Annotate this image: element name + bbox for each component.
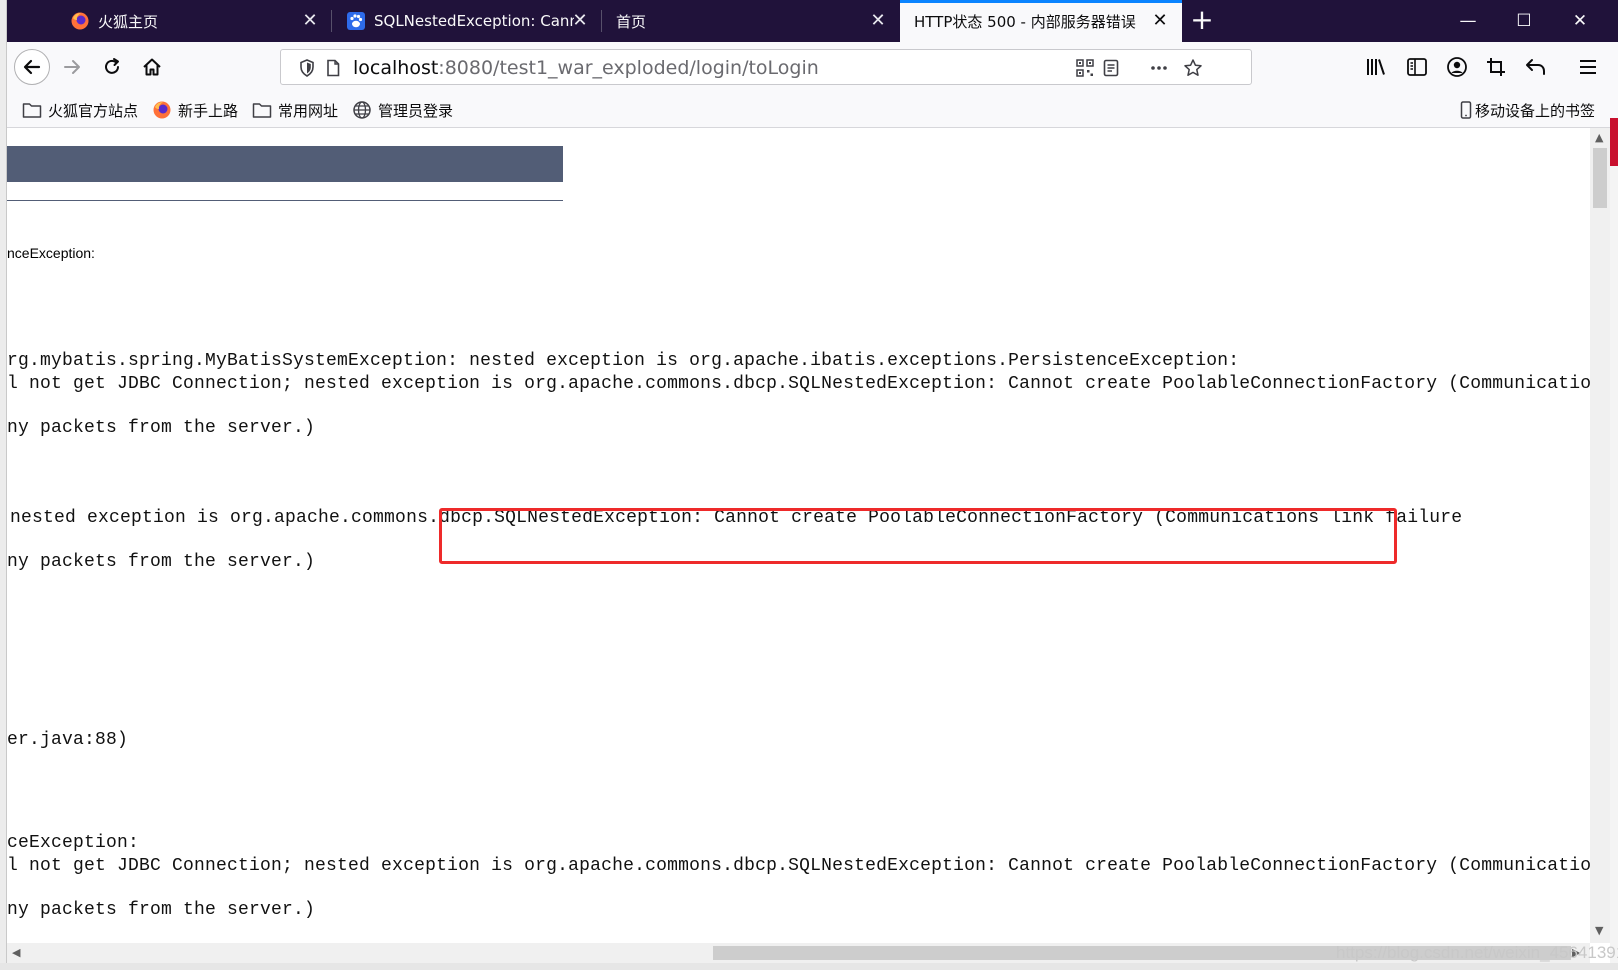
- red-highlight-box: [439, 508, 1397, 564]
- tab-home-page[interactable]: 首页 ✕: [602, 0, 900, 42]
- back-button[interactable]: [14, 49, 50, 85]
- mobile-device-icon: [1460, 101, 1472, 119]
- url-path: :8080/test1_war_exploded/login/toLogin: [438, 57, 819, 79]
- globe-icon: [353, 101, 371, 119]
- tab-title: 首页: [616, 12, 647, 31]
- window-right-edge: [1610, 128, 1618, 970]
- account-icon[interactable]: [1445, 55, 1469, 79]
- tab-bar: 火狐主页 ✕ SQLNestedException: Canno ✕ 首页 ✕ …: [0, 0, 1618, 42]
- background-window-edge: [1610, 118, 1618, 166]
- bookmark-label: 火狐官方站点: [48, 101, 139, 120]
- bookmarks-toolbar: 火狐官方站点 新手上路 常用网址 管理员登录 移动设备上的书签: [0, 92, 1618, 128]
- arrow-right-icon: [64, 60, 80, 74]
- maximize-button[interactable]: ☐: [1496, 0, 1552, 42]
- folder-icon: [22, 103, 42, 118]
- hamburger-menu-icon[interactable]: [1576, 55, 1600, 79]
- tab-title: HTTP状态 500 - 内部服务器错误: [914, 12, 1136, 31]
- arrow-left-icon: [23, 59, 41, 75]
- close-icon[interactable]: ✕: [570, 10, 590, 31]
- scroll-left-icon[interactable]: ◀: [12, 946, 20, 959]
- forward-button[interactable]: [54, 49, 90, 85]
- stacktrace-line: er.java:88): [7, 730, 129, 750]
- bookmark-label: 移动设备上的书签: [1475, 101, 1596, 120]
- qr-code-icon[interactable]: [1075, 58, 1095, 78]
- scroll-down-icon[interactable]: ▼: [1595, 924, 1603, 937]
- stacktrace-line: l not get JDBC Connection; nested except…: [7, 374, 1590, 394]
- reload-icon: [105, 58, 119, 74]
- exception-label: nceException:: [7, 245, 95, 261]
- stacktrace-line: rg.mybatis.spring.MyBatisSystemException…: [7, 351, 1240, 371]
- stacktrace-line: l not get JDBC Connection; nested except…: [7, 856, 1590, 876]
- tab-sqlnested[interactable]: SQLNestedException: Canno ✕: [332, 0, 602, 42]
- url-text[interactable]: localhost:8080/test1_war_exploded/login/…: [353, 57, 819, 79]
- bookmark-mobile[interactable]: 移动设备上的书签: [1460, 100, 1595, 120]
- window-bottom-edge: [0, 963, 1618, 970]
- undo-icon[interactable]: [1524, 55, 1548, 79]
- close-icon[interactable]: ✕: [300, 10, 320, 31]
- stacktrace-line: ny packets from the server.): [7, 418, 316, 438]
- tab-title: 火狐主页: [98, 12, 159, 31]
- scroll-up-icon[interactable]: ▲: [1595, 131, 1603, 144]
- home-button[interactable]: [134, 49, 170, 85]
- home-icon: [143, 58, 161, 76]
- bookmark-firefox-official[interactable]: 火狐官方站点: [22, 100, 138, 120]
- library-icon[interactable]: [1364, 55, 1388, 79]
- bookmark-common-sites[interactable]: 常用网址: [252, 100, 338, 120]
- error-page: nceException: rg.mybatis.spring.MyBatisS…: [7, 128, 1590, 943]
- tab-firefox-home[interactable]: 火狐主页 ✕: [56, 0, 332, 42]
- more-actions-icon[interactable]: [1149, 58, 1169, 78]
- stacktrace-line: ny packets from the server.): [7, 552, 316, 572]
- folder-icon: [252, 103, 272, 118]
- watermark: https://blog.csdn.net/weixin_45641391: [1336, 943, 1618, 962]
- baidu-paw-icon: [347, 12, 365, 30]
- reload-button[interactable]: [94, 49, 130, 85]
- firefox-icon: [71, 12, 89, 30]
- star-icon[interactable]: [1183, 58, 1203, 78]
- screenshot-crop-icon[interactable]: [1484, 55, 1508, 79]
- vertical-scroll-thumb[interactable]: [1593, 148, 1607, 208]
- shield-icon[interactable]: [297, 58, 317, 78]
- sidebar-icon[interactable]: [1405, 55, 1429, 79]
- close-icon[interactable]: ✕: [868, 10, 888, 31]
- new-tab-button[interactable]: +: [1186, 6, 1218, 36]
- header-divider: [7, 200, 563, 201]
- vertical-scrollbar[interactable]: ▲ ▼: [1590, 128, 1610, 943]
- close-window-button[interactable]: ✕: [1552, 0, 1608, 42]
- url-host: localhost: [353, 57, 439, 79]
- bookmark-label: 新手上路: [178, 101, 239, 120]
- stacktrace-line: ny packets from the server.): [7, 900, 316, 920]
- bookmark-label: 管理员登录: [378, 101, 454, 120]
- minimize-button[interactable]: —: [1440, 0, 1496, 42]
- window-left-edge: [0, 0, 7, 970]
- tab-title: SQLNestedException: Canno: [374, 12, 574, 30]
- error-header-bar: [7, 146, 563, 182]
- url-bar[interactable]: localhost:8080/test1_war_exploded/login/…: [280, 49, 1252, 85]
- reader-view-icon[interactable]: [1101, 58, 1121, 78]
- bookmark-admin-login[interactable]: 管理员登录: [352, 100, 453, 120]
- tab-http-500[interactable]: HTTP状态 500 - 内部服务器错误 ✕: [900, 0, 1182, 42]
- firefox-icon: [153, 101, 171, 119]
- close-icon[interactable]: ✕: [1150, 10, 1170, 31]
- page-icon[interactable]: [323, 58, 343, 78]
- stacktrace-line: ceException:: [7, 833, 140, 853]
- bookmark-getting-started[interactable]: 新手上路: [152, 100, 238, 120]
- bookmark-label: 常用网址: [278, 101, 339, 120]
- navigation-bar: localhost:8080/test1_war_exploded/login/…: [0, 42, 1618, 92]
